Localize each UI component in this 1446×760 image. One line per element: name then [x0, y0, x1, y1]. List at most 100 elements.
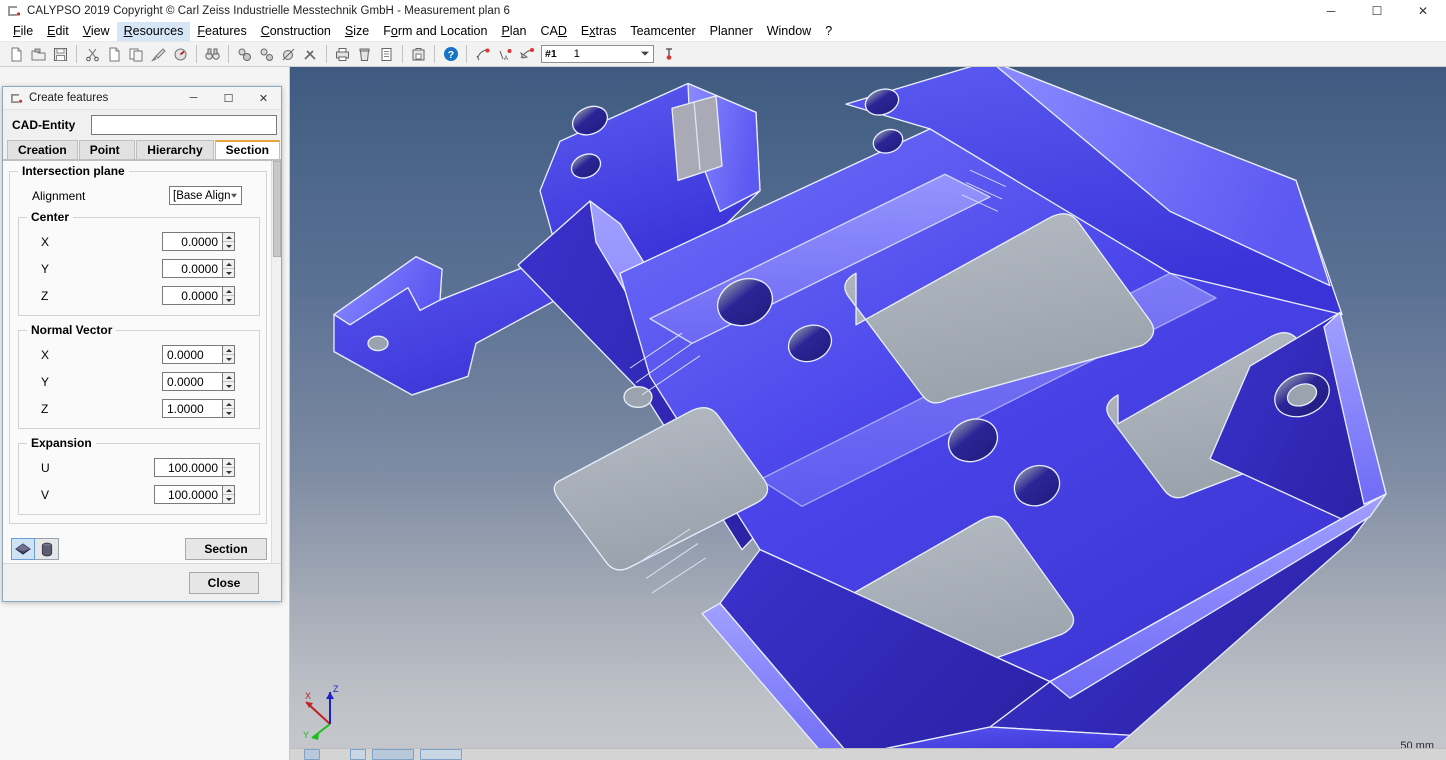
menu-item-extras[interactable]: Extras: [574, 22, 623, 41]
help-icon[interactable]: ?: [440, 44, 461, 65]
paste-icon[interactable]: [126, 44, 147, 65]
copy-icon[interactable]: [104, 44, 125, 65]
normal-x-input[interactable]: [162, 345, 222, 364]
open-plan-icon[interactable]: [28, 44, 49, 65]
menu-item-edit[interactable]: Edit: [40, 22, 76, 41]
menu-item-plan[interactable]: Plan: [494, 22, 533, 41]
center-z-spin-buttons[interactable]: [222, 286, 235, 305]
normal-z-spin-buttons[interactable]: [222, 399, 235, 418]
clear-results-icon[interactable]: [278, 44, 299, 65]
spin-up-icon[interactable]: [223, 486, 234, 495]
tab-section[interactable]: Section: [214, 140, 280, 160]
menu-item-view[interactable]: View: [76, 22, 117, 41]
menu-item-size[interactable]: Size: [338, 22, 376, 41]
normal-y-spin-buttons[interactable]: [222, 372, 235, 391]
dialog-scrollbar-thumb[interactable]: [273, 161, 281, 257]
menu-item-[interactable]: ?: [818, 22, 839, 41]
view-tool-icon[interactable]: [350, 749, 366, 760]
section-button[interactable]: Section: [185, 538, 267, 560]
normal-x-spin-buttons[interactable]: [222, 345, 235, 364]
center-x-spinner[interactable]: [162, 232, 235, 251]
stylus-system-combo[interactable]: #1 1: [541, 45, 654, 63]
expansion-v-spin-buttons[interactable]: [222, 485, 235, 504]
chevron-down-icon[interactable]: [641, 51, 649, 56]
expansion-u-spin-buttons[interactable]: [222, 458, 235, 477]
menu-item-teamcenter[interactable]: Teamcenter: [623, 22, 702, 41]
undo-icon[interactable]: [170, 44, 191, 65]
plane-mode-icon[interactable]: [11, 538, 35, 560]
dialog-close-button[interactable]: ✕: [246, 87, 281, 110]
cut-icon[interactable]: [82, 44, 103, 65]
menu-item-resources[interactable]: Resources: [116, 22, 191, 41]
center-y-input[interactable]: [162, 259, 222, 278]
expansion-v-input[interactable]: [154, 485, 222, 504]
view-tool-icon[interactable]: [304, 749, 320, 760]
viewport-bottom-toolbar[interactable]: [290, 748, 1446, 760]
alignment-combo[interactable]: [Base Align: [169, 186, 242, 205]
normal-x-spinner[interactable]: [162, 345, 235, 364]
spin-up-icon[interactable]: [223, 287, 234, 296]
menu-item-construction[interactable]: Construction: [254, 22, 338, 41]
report-icon[interactable]: [376, 44, 397, 65]
window-minimize-button[interactable]: ─: [1308, 0, 1354, 22]
spin-up-icon[interactable]: [223, 373, 234, 382]
tab-hierarchy[interactable]: Hierarchy: [136, 140, 214, 160]
center-x-spin-buttons[interactable]: [222, 232, 235, 251]
center-y-spin-buttons[interactable]: [222, 259, 235, 278]
window-close-button[interactable]: ✕: [1400, 0, 1446, 22]
probe-alignment-icon[interactable]: A: [494, 44, 515, 65]
spin-down-icon[interactable]: [223, 296, 234, 304]
feature-group-alt-icon[interactable]: [256, 44, 277, 65]
spin-down-icon[interactable]: [223, 269, 234, 277]
cad-render-surface[interactable]: X Y Z 50 mm: [290, 67, 1446, 760]
center-z-input[interactable]: [162, 286, 222, 305]
spin-up-icon[interactable]: [223, 400, 234, 409]
normal-y-spinner[interactable]: [162, 372, 235, 391]
cad-viewport[interactable]: X Y Z 50 mm: [290, 67, 1446, 760]
export-icon[interactable]: [408, 44, 429, 65]
menu-item-planner[interactable]: Planner: [703, 22, 760, 41]
center-x-input[interactable]: [162, 232, 222, 251]
cad-entity-input[interactable]: [91, 115, 277, 135]
tab-creation[interactable]: Creation: [7, 140, 78, 160]
print-icon[interactable]: [332, 44, 353, 65]
dialog-minimize-button[interactable]: ─: [176, 87, 211, 110]
probe-change-icon[interactable]: [516, 44, 537, 65]
spin-down-icon[interactable]: [223, 242, 234, 250]
tab-point-set[interactable]: Point Set: [78, 140, 136, 172]
probe-icon[interactable]: [472, 44, 493, 65]
spin-down-icon[interactable]: [223, 495, 234, 503]
new-plan-icon[interactable]: [6, 44, 27, 65]
view-tool-icon[interactable]: [420, 749, 462, 760]
feature-group-icon[interactable]: [234, 44, 255, 65]
spin-down-icon[interactable]: [223, 382, 234, 390]
spin-down-icon[interactable]: [223, 468, 234, 476]
menu-item-features[interactable]: Features: [190, 22, 253, 41]
find-binoculars-icon[interactable]: [202, 44, 223, 65]
dialog-close-action-button[interactable]: Close: [189, 571, 259, 594]
spin-up-icon[interactable]: [223, 459, 234, 468]
center-z-spinner[interactable]: [162, 286, 235, 305]
save-plan-icon[interactable]: [50, 44, 71, 65]
dialog-maximize-button[interactable]: ☐: [211, 87, 246, 110]
menu-item-file[interactable]: File: [6, 22, 40, 41]
spin-down-icon[interactable]: [223, 355, 234, 363]
normal-y-input[interactable]: [162, 372, 222, 391]
spin-up-icon[interactable]: [223, 260, 234, 269]
center-y-spinner[interactable]: [162, 259, 235, 278]
window-maximize-button[interactable]: ☐: [1354, 0, 1400, 22]
create-features-dialog[interactable]: Create features ─ ☐ ✕ CAD-Entity Creatio…: [2, 86, 282, 602]
cylinder-mode-icon[interactable]: [35, 538, 59, 560]
normal-z-spinner[interactable]: [162, 399, 235, 418]
format-brush-icon[interactable]: [148, 44, 169, 65]
expansion-u-input[interactable]: [154, 458, 222, 477]
delete-icon[interactable]: [354, 44, 375, 65]
expansion-u-spinner[interactable]: [154, 458, 235, 477]
chevron-down-icon[interactable]: [231, 193, 237, 198]
spin-down-icon[interactable]: [223, 409, 234, 417]
dialog-scrollbar[interactable]: [271, 161, 281, 563]
menu-item-form-and-location[interactable]: Form and Location: [376, 22, 494, 41]
normal-z-input[interactable]: [162, 399, 222, 418]
spin-up-icon[interactable]: [223, 346, 234, 355]
cmm-home-icon[interactable]: [658, 44, 679, 65]
